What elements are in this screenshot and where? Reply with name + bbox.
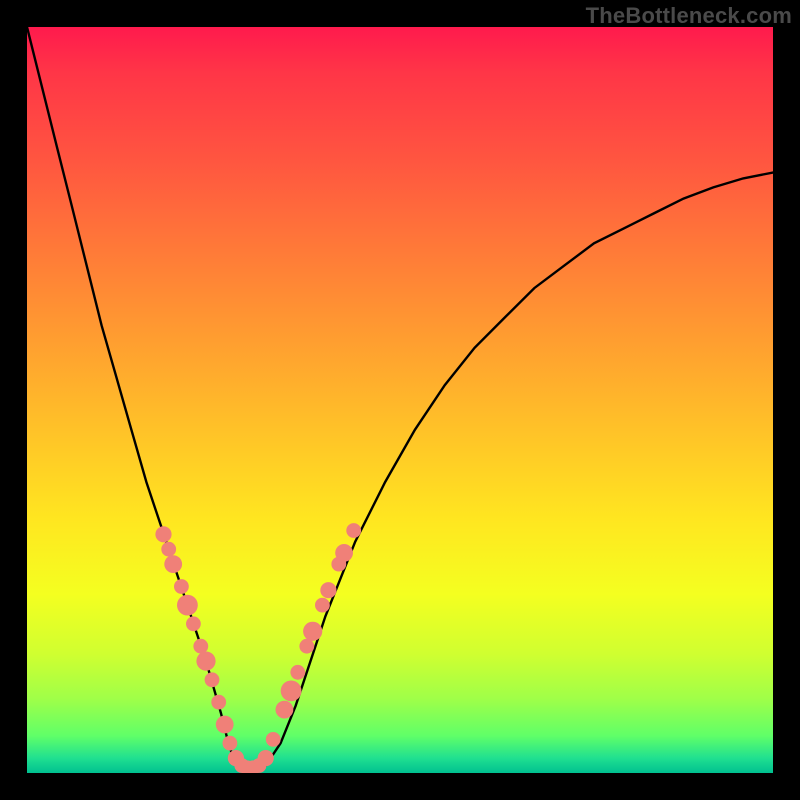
highlight-dots xyxy=(155,523,361,773)
highlight-dot xyxy=(281,681,302,702)
bottleneck-curve xyxy=(27,27,773,769)
highlight-dot xyxy=(346,523,361,538)
highlight-dot xyxy=(177,595,198,616)
chart-svg xyxy=(27,27,773,773)
highlight-dot xyxy=(299,639,314,654)
highlight-dot xyxy=(303,622,322,641)
highlight-dot xyxy=(290,665,305,680)
highlight-dot xyxy=(315,598,330,613)
highlight-dot xyxy=(211,695,226,710)
plot-area xyxy=(27,27,773,773)
highlight-dot xyxy=(205,672,220,687)
highlight-dot xyxy=(276,701,294,719)
highlight-dot xyxy=(335,544,353,562)
highlight-dot xyxy=(193,639,208,654)
highlight-dot xyxy=(266,732,281,747)
highlight-dot xyxy=(155,526,171,542)
highlight-dot xyxy=(258,750,274,766)
outer-frame: TheBottleneck.com xyxy=(0,0,800,800)
highlight-dot xyxy=(320,582,336,598)
highlight-dot xyxy=(161,542,176,557)
highlight-dot xyxy=(223,736,238,751)
highlight-dot xyxy=(196,652,215,671)
highlight-dot xyxy=(186,616,201,631)
highlight-dot xyxy=(164,555,182,573)
highlight-dot xyxy=(174,579,189,594)
highlight-dot xyxy=(216,716,234,734)
watermark-label: TheBottleneck.com xyxy=(586,3,792,29)
